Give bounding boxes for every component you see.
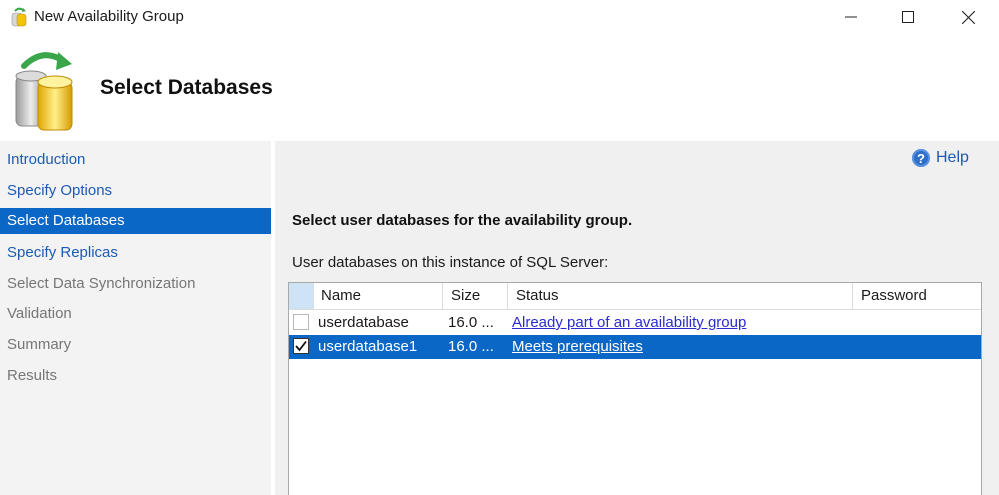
column-header-password[interactable]: Password bbox=[853, 283, 981, 309]
minimize-button[interactable] bbox=[821, 0, 881, 34]
database-name: userdatabase1 bbox=[318, 338, 418, 355]
page-title: Select Databases bbox=[100, 76, 273, 99]
wizard-header: Select Databases bbox=[0, 34, 999, 141]
sidebar-item-introduction[interactable]: Introduction bbox=[0, 147, 271, 173]
help-link[interactable]: ? Help bbox=[912, 149, 969, 167]
checkmark-icon bbox=[295, 340, 307, 352]
table-row[interactable]: userdatabase1 16.0 ... Meets prerequisit… bbox=[289, 335, 981, 359]
main-panel: ? Help Select user databases for the ava… bbox=[275, 141, 999, 495]
maximize-icon bbox=[902, 11, 914, 23]
help-label: Help bbox=[936, 149, 969, 166]
column-header-size[interactable]: Size bbox=[443, 283, 508, 309]
database-wizard-icon bbox=[15, 52, 73, 131]
sidebar-item-select-data-synchronization: Select Data Synchronization bbox=[7, 275, 196, 292]
database-list-label: User databases on this instance of SQL S… bbox=[292, 254, 609, 271]
title-bar: New Availability Group bbox=[0, 0, 999, 34]
password-cell[interactable] bbox=[858, 335, 978, 359]
close-icon bbox=[961, 10, 975, 24]
wizard-steps-sidebar: Introduction Specify Options Select Data… bbox=[0, 141, 271, 495]
close-button[interactable] bbox=[938, 0, 998, 34]
table-header: Name Size Status Password bbox=[289, 283, 981, 310]
status-link[interactable]: Already part of an availability group bbox=[512, 314, 746, 331]
column-header-name[interactable]: Name bbox=[313, 283, 443, 309]
row-checkbox[interactable] bbox=[293, 338, 309, 354]
status-cell: Already part of an availability group bbox=[512, 311, 847, 335]
databases-table: Name Size Status Password userdatabase 1… bbox=[288, 282, 982, 495]
maximize-button[interactable] bbox=[878, 0, 938, 34]
table-row[interactable]: userdatabase 16.0 ... Already part of an… bbox=[289, 311, 981, 335]
instruction-text: Select user databases for the availabili… bbox=[292, 212, 633, 229]
app-icon bbox=[11, 7, 27, 27]
sidebar-item-select-databases[interactable]: Select Databases bbox=[0, 208, 271, 234]
database-name: userdatabase bbox=[318, 314, 409, 331]
minimize-icon bbox=[845, 16, 857, 18]
status-link[interactable]: Meets prerequisites bbox=[512, 338, 643, 355]
sidebar-item-specify-replicas[interactable]: Specify Replicas bbox=[0, 240, 271, 266]
sidebar-item-results: Results bbox=[7, 367, 58, 384]
sidebar-item-validation: Validation bbox=[7, 305, 72, 322]
sidebar-item-specify-options[interactable]: Specify Options bbox=[0, 178, 271, 204]
sidebar-item-summary: Summary bbox=[7, 336, 72, 353]
row-checkbox[interactable] bbox=[293, 314, 309, 330]
database-size: 16.0 ... bbox=[448, 338, 494, 355]
database-size: 16.0 ... bbox=[448, 314, 494, 331]
password-cell[interactable] bbox=[858, 311, 978, 335]
select-all-checkbox-header[interactable] bbox=[289, 283, 314, 309]
column-header-status[interactable]: Status bbox=[508, 283, 853, 309]
window-title: New Availability Group bbox=[34, 8, 184, 25]
status-cell: Meets prerequisites bbox=[512, 335, 847, 359]
help-icon: ? bbox=[912, 149, 930, 167]
